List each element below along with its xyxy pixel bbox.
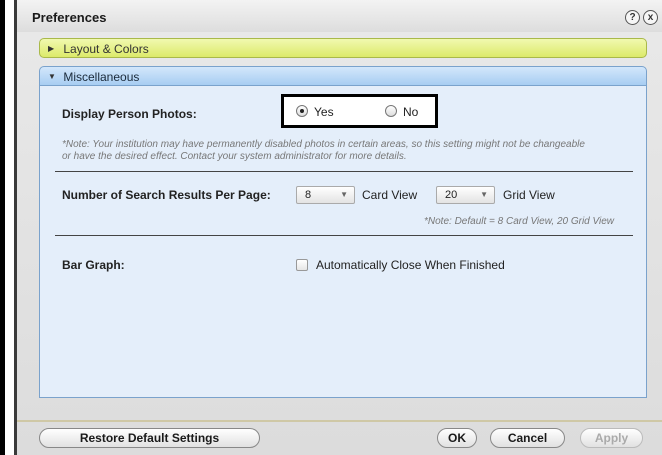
photos-note-line2: or have the desired effect. Contact your… [62,151,407,162]
ok-button[interactable]: OK [437,428,477,448]
card-view-label: Card View [362,188,418,202]
card-view-value: 8 [305,189,312,201]
radio-selected-dot [300,109,304,113]
preferences-dialog: Preferences ? x ▶ Layout & Colors ▼ Misc… [14,0,662,455]
photos-note-line1: *Note: Your institution may have permane… [62,139,585,150]
photos-no-label[interactable]: No [403,105,418,119]
restore-defaults-button[interactable]: Restore Default Settings [39,428,260,448]
chevron-down-icon: ▼ [480,190,488,199]
photos-yes-radio[interactable] [296,105,308,117]
triangle-right-icon: ▶ [48,44,55,53]
dialog-title: Preferences [32,10,107,25]
bar-graph-label: Bar Graph: [62,258,125,272]
apply-button: Apply [580,428,643,448]
chevron-down-icon: ▼ [340,190,348,199]
section-label-miscellaneous: Miscellaneous [63,70,140,84]
photos-no-radio[interactable] [385,105,397,117]
grid-view-label: Grid View [503,188,555,202]
divider [55,235,633,236]
section-label-layout-colors: Layout & Colors [63,42,149,56]
card-view-select[interactable]: 8 ▼ [296,186,355,204]
help-icon[interactable]: ? [625,10,640,25]
auto-close-checkbox[interactable] [296,259,308,271]
section-header-miscellaneous[interactable]: ▼ Miscellaneous [39,66,647,86]
miscellaneous-panel: Display Person Photos: Yes No *Note: You… [39,86,647,398]
divider [55,171,633,172]
photos-yes-label[interactable]: Yes [314,105,334,119]
photos-radio-group: Yes No [281,94,438,128]
grid-view-value: 20 [445,189,458,201]
grid-view-select[interactable]: 20 ▼ [436,186,495,204]
results-per-page-label: Number of Search Results Per Page: [62,188,271,202]
auto-close-label[interactable]: Automatically Close When Finished [316,258,505,272]
section-header-layout-colors[interactable]: ▶ Layout & Colors [39,38,647,58]
triangle-down-icon: ▼ [48,72,56,81]
results-note: *Note: Default = 8 Card View, 20 Grid Vi… [424,216,615,227]
display-photos-label: Display Person Photos: [62,107,197,121]
titlebar: Preferences ? x [17,0,662,32]
footer-divider [17,420,662,422]
close-icon[interactable]: x [643,10,658,25]
outer-frame-border [0,0,5,455]
cancel-button[interactable]: Cancel [490,428,565,448]
